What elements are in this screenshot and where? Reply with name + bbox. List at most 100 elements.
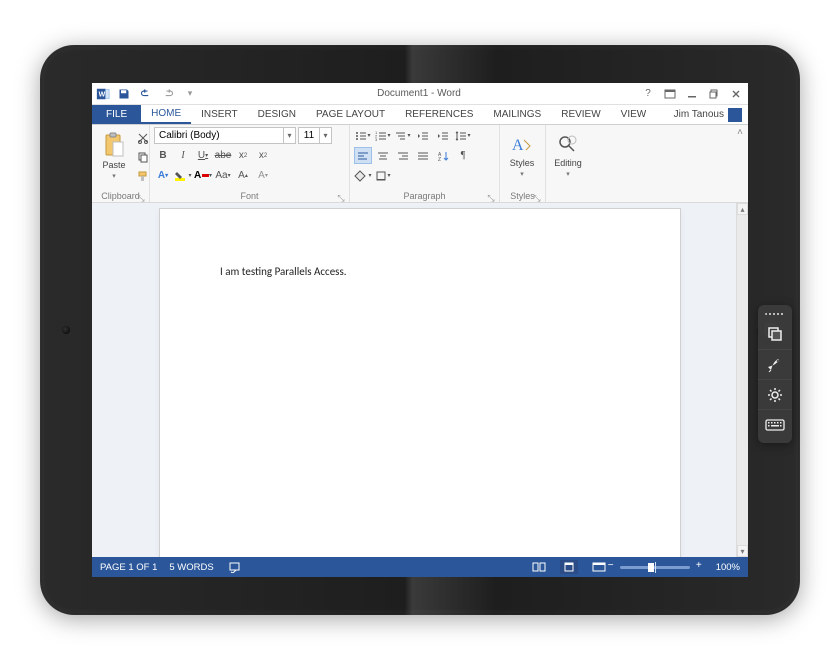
app-switcher-button[interactable]: [758, 319, 792, 349]
shrink-font-button[interactable]: A▾: [254, 167, 272, 184]
group-font: ▾ ▾ B I U ▾ abe x2 x2: [150, 125, 350, 202]
group-styles: A Styles ▾ Styles⤡: [500, 125, 546, 202]
ribbon-tabs: FILE HOME INSERT DESIGN PAGE LAYOUT REFE…: [92, 105, 748, 125]
shading-button[interactable]: ▾: [354, 167, 372, 184]
ipad-frame: W ▾ Document1 - Word ?: [40, 45, 800, 615]
tab-insert[interactable]: INSERT: [191, 105, 248, 124]
clipboard-launcher-icon[interactable]: ⤡: [137, 193, 145, 201]
paste-label: Paste: [102, 160, 125, 170]
help-button[interactable]: ?: [640, 87, 656, 101]
scroll-up-icon[interactable]: ▴: [737, 203, 748, 215]
borders-button[interactable]: ▾: [374, 167, 392, 184]
status-page[interactable]: PAGE 1 OF 1: [100, 562, 157, 573]
word-app-icon: W: [96, 87, 110, 101]
zoom-in-icon[interactable]: +: [696, 560, 702, 571]
document-page[interactable]: I am testing Parallels Access.: [160, 209, 680, 557]
numbering-button[interactable]: 123▾: [374, 127, 392, 144]
group-styles-label: Styles: [510, 191, 535, 201]
collapse-ribbon-icon[interactable]: ˄: [732, 125, 748, 202]
launcher-button[interactable]: [758, 349, 792, 379]
editing-label: Editing: [554, 158, 582, 168]
avatar: [728, 108, 742, 122]
underline-button[interactable]: U ▾: [194, 147, 212, 164]
status-bar: PAGE 1 OF 1 5 WORDS − + 100%: [92, 557, 748, 577]
decrease-indent-button[interactable]: [414, 127, 432, 144]
tab-review[interactable]: REVIEW: [551, 105, 610, 124]
bullets-button[interactable]: ▾: [354, 127, 372, 144]
font-name-input[interactable]: [155, 128, 283, 143]
sort-button[interactable]: AZ: [434, 147, 452, 164]
parallels-toolbar[interactable]: [758, 305, 792, 443]
font-name-combo[interactable]: ▾: [154, 127, 296, 144]
multilevel-list-button[interactable]: ▾: [394, 127, 412, 144]
styles-label: Styles: [510, 158, 535, 168]
line-spacing-button[interactable]: ▾: [454, 127, 472, 144]
restore-button[interactable]: [706, 87, 722, 101]
italic-button[interactable]: I: [174, 147, 192, 164]
paste-button[interactable]: Paste ▾: [96, 127, 132, 185]
font-launcher-icon[interactable]: ⤡: [337, 193, 345, 201]
chevron-down-icon[interactable]: ▾: [319, 128, 331, 143]
font-size-combo[interactable]: ▾: [298, 127, 332, 144]
subscript-button[interactable]: x2: [234, 147, 252, 164]
tab-mailings[interactable]: MAILINGS: [483, 105, 551, 124]
svg-text:Z: Z: [438, 157, 441, 161]
web-layout-button[interactable]: [590, 560, 608, 574]
settings-button[interactable]: [758, 379, 792, 409]
undo-button[interactable]: [138, 86, 154, 102]
font-size-input[interactable]: [299, 128, 319, 143]
print-layout-button[interactable]: [560, 560, 578, 574]
save-button[interactable]: [116, 86, 132, 102]
keyboard-button[interactable]: [758, 409, 792, 439]
tab-home[interactable]: HOME: [141, 105, 191, 124]
bold-button[interactable]: B: [154, 147, 172, 164]
justify-button[interactable]: [414, 147, 432, 164]
align-center-button[interactable]: [374, 147, 392, 164]
change-case-button[interactable]: Aa▾: [214, 167, 232, 184]
tab-page-layout[interactable]: PAGE LAYOUT: [306, 105, 395, 124]
increase-indent-button[interactable]: [434, 127, 452, 144]
ipad-camera: [62, 326, 70, 334]
strikethrough-button[interactable]: abe: [214, 147, 232, 164]
minimize-button[interactable]: [684, 87, 700, 101]
zoom-level[interactable]: 100%: [716, 562, 740, 573]
read-mode-button[interactable]: [530, 560, 548, 574]
drag-handle-icon[interactable]: [758, 309, 792, 319]
group-font-label: Font: [240, 191, 258, 201]
spellcheck-icon[interactable]: [226, 560, 244, 574]
document-text[interactable]: I am testing Parallels Access.: [220, 265, 620, 278]
window-title: Document1 - Word: [198, 88, 640, 99]
show-marks-button[interactable]: ¶: [454, 147, 472, 164]
account-user[interactable]: Jim Tanous: [668, 105, 748, 124]
align-right-button[interactable]: [394, 147, 412, 164]
svg-text:A: A: [512, 137, 524, 154]
scroll-down-icon[interactable]: ▾: [737, 545, 748, 557]
grow-font-button[interactable]: A▴: [234, 167, 252, 184]
chevron-down-icon[interactable]: ▾: [283, 128, 295, 143]
superscript-button[interactable]: x2: [254, 147, 272, 164]
align-left-button[interactable]: [354, 147, 372, 164]
zoom-out-icon[interactable]: −: [608, 560, 614, 571]
svg-text:W: W: [99, 91, 106, 98]
editing-button[interactable]: Editing ▾: [550, 127, 586, 185]
vertical-scrollbar[interactable]: ▴ ▾: [736, 203, 748, 557]
group-paragraph: ▾ 123▾ ▾ ▾ AZ ¶ ▾: [350, 125, 500, 202]
ribbon-display-options-button[interactable]: [662, 87, 678, 101]
status-words[interactable]: 5 WORDS: [169, 562, 213, 573]
highlight-button[interactable]: ▾: [174, 167, 192, 184]
redo-button[interactable]: [160, 86, 176, 102]
tab-view[interactable]: VIEW: [611, 105, 657, 124]
qat-customize-icon[interactable]: ▾: [182, 86, 198, 102]
tab-references[interactable]: REFERENCES: [395, 105, 483, 124]
styles-launcher-icon[interactable]: ⤡: [533, 193, 541, 201]
text-effects-button[interactable]: A▾: [154, 167, 172, 184]
group-clipboard-label: Clipboard: [101, 191, 140, 201]
zoom-slider[interactable]: − +: [620, 566, 690, 569]
paragraph-launcher-icon[interactable]: ⤡: [487, 193, 495, 201]
tab-design[interactable]: DESIGN: [248, 105, 306, 124]
styles-button[interactable]: A Styles ▾: [504, 127, 540, 185]
svg-text:3: 3: [375, 137, 378, 141]
font-color-button[interactable]: A▾: [194, 167, 212, 184]
tab-file[interactable]: FILE: [92, 105, 141, 124]
close-button[interactable]: [728, 87, 744, 101]
